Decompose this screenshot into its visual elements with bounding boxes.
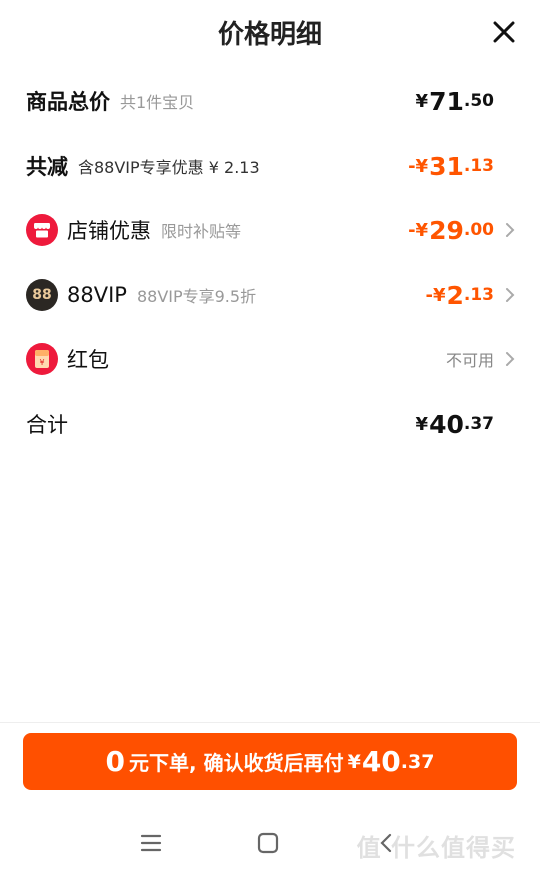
home-icon[interactable] — [257, 832, 279, 854]
shop-discount-sub: 限时补贴等 — [161, 222, 242, 241]
shop-discount-label: 店铺优惠 — [67, 219, 151, 243]
shop-discount-amount: -¥ 29 .00 — [408, 215, 494, 245]
watermark: 值 什么值得买 — [356, 834, 516, 862]
total-price-label: 商品总价 — [26, 90, 110, 114]
total-discount-row: 共减 含88VIP专享优惠 ¥ 2.13 -¥ 31 .13 — [0, 134, 540, 198]
close-icon[interactable] — [490, 18, 518, 46]
shop-discount-row[interactable]: 店铺优惠 限时补贴等 -¥ 29 .00 — [0, 198, 540, 262]
vip-discount-row[interactable]: 88 88VIP 88VIP专享9.5折 -¥ 2 .13 — [0, 263, 540, 327]
header: 价格明细 — [0, 0, 540, 64]
redpacket-icon: ¥ — [26, 343, 58, 375]
total-price-amount: ¥ 71 .50 — [415, 86, 494, 116]
chevron-right-icon — [506, 288, 515, 302]
footer-divider — [0, 722, 540, 723]
svg-text:¥: ¥ — [39, 358, 44, 367]
total-discount-label: 共减 — [26, 155, 68, 179]
shop-icon — [26, 214, 58, 246]
page-title: 价格明细 — [217, 20, 322, 50]
sum-label: 合计 — [26, 413, 68, 437]
redpacket-row[interactable]: ¥ 红包 不可用 — [0, 327, 540, 391]
vip-sub-label: 88VIP专享9.5折 — [136, 287, 257, 306]
redpacket-status: 不可用 — [445, 351, 494, 370]
total-price-row: 商品总价 共1件宝贝 ¥ 71 .50 — [0, 69, 540, 133]
vip-88-icon: 88 — [26, 279, 58, 311]
sum-amount: ¥ 40 .37 — [415, 409, 494, 439]
chevron-right-icon — [506, 352, 515, 366]
menu-icon[interactable] — [140, 832, 162, 854]
order-button[interactable]: 0 元下单, 确认收货后再付 ¥ 40 .37 — [23, 733, 517, 790]
chevron-right-icon — [506, 223, 515, 237]
item-count-label: 共1件宝贝 — [120, 93, 195, 112]
discount-detail-label: 含88VIP专享优惠 ¥ 2.13 — [78, 158, 260, 177]
vip-discount-amount: -¥ 2 .13 — [425, 280, 494, 310]
sum-row: 合计 ¥ 40 .37 — [0, 392, 540, 456]
redpacket-label: 红包 — [67, 348, 109, 372]
vip-label: 88VIP — [67, 283, 127, 307]
total-discount-amount: -¥ 31 .13 — [408, 151, 494, 181]
